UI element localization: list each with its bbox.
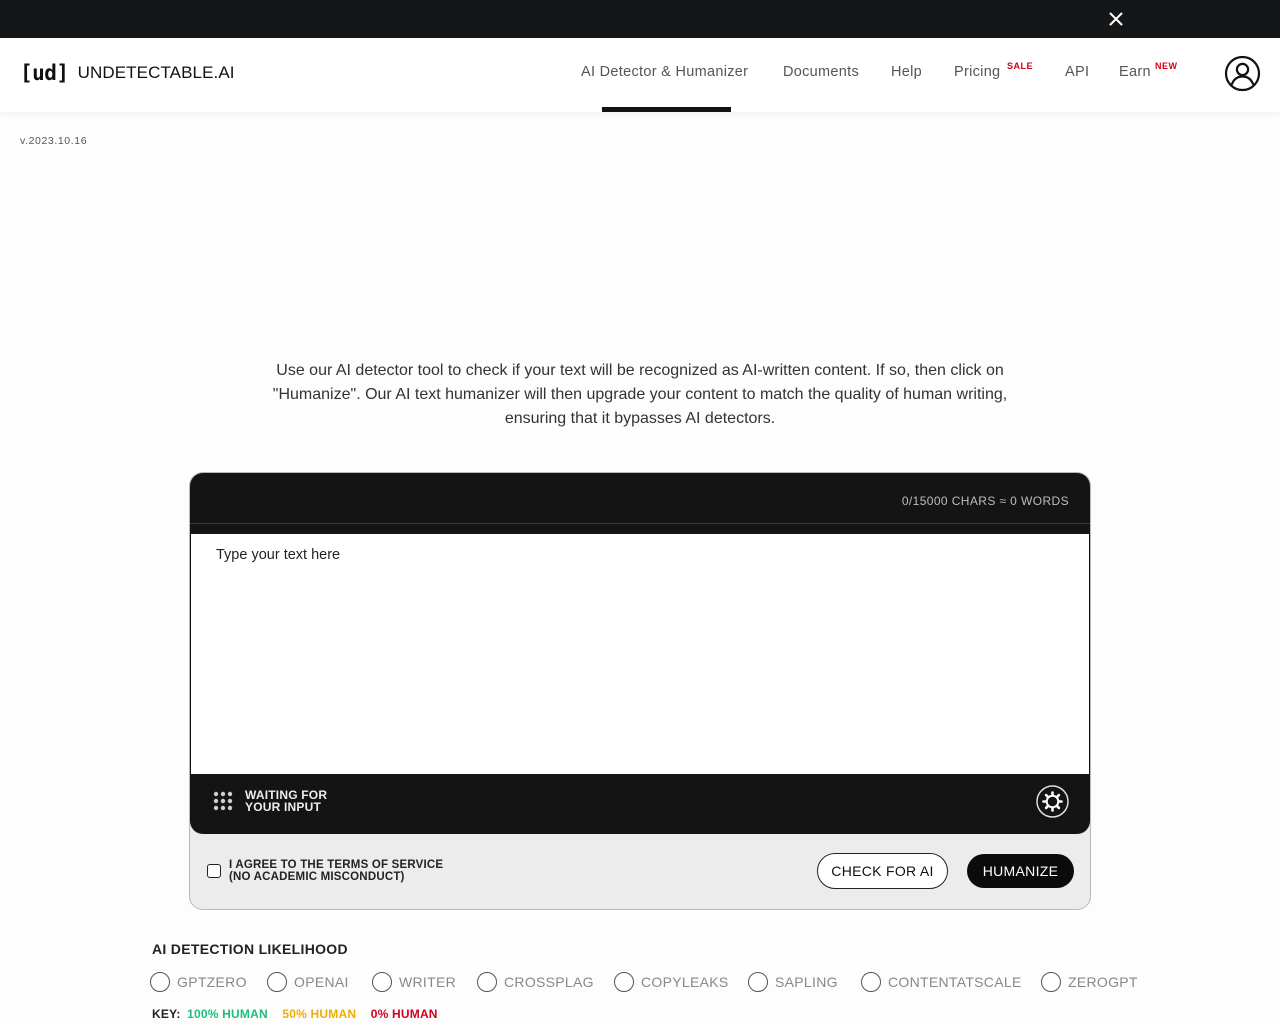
nav-item-help[interactable]: Help [891,64,922,80]
announcement-bar [0,0,1280,38]
detector-status-icon [614,972,634,992]
close-icon[interactable] [1106,9,1126,29]
detector-status-icon [1041,972,1061,992]
key-50-human: 50% HUMAN [282,1007,357,1021]
terms-checkbox-box[interactable] [207,864,221,878]
detector-copyleaks: COPYLEAKS [614,972,729,992]
nav-item-ai-detector[interactable]: AI Detector & Humanizer [581,64,748,80]
detector-name: CROSSPLAG [504,974,594,990]
char-word-counter: 0/15000 CHARS ≈ 0 WORDS [901,494,1069,508]
nav-item-label: Help [891,64,923,80]
terms-checkbox[interactable]: I AGREE TO THE TERMS OF SERVICE (NO ACAD… [207,859,443,883]
key-100-human: 100% HUMAN [187,1007,268,1021]
user-avatar-icon[interactable] [1224,55,1261,92]
sale-badge: SALE [1007,61,1034,71]
detector-name: GPTZERO [177,974,247,990]
nav-item-api[interactable]: API [1065,64,1089,80]
key-label: KEY: [152,1007,181,1021]
terms-line-1: I AGREE TO THE TERMS OF SERVICE [229,859,444,871]
detector-gptzero: GPTZERO [150,972,247,992]
status-dots-icon [213,791,233,811]
detector-status-icon [748,972,768,992]
gear-icon[interactable] [1036,785,1069,818]
detector-name: CONTENTATSCALE [888,974,1022,990]
detector-name: COPYLEAKS [641,974,729,990]
detector-name: ZEROGPT [1068,974,1138,990]
detector-list: GPTZERO OPENAI WRITER CROSSPLAG COPYLEAK… [150,972,1150,994]
nav-item-label: AI Detector & Humanizer [581,64,749,80]
detection-key: KEY: 100% HUMAN 50% HUMAN 0% HUMAN [152,1007,438,1021]
terms-line-2: (NO ACADEMIC MISCONDUCT) [229,871,405,883]
detector-sapling: SAPLING [748,972,838,992]
key-0-human: 0% HUMAN [370,1007,438,1021]
humanize-button[interactable]: HUMANIZE [967,854,1074,888]
editor-divider [190,523,1090,524]
nav-item-pricing[interactable]: Pricing SALE [954,61,1033,80]
detection-title: AI DETECTION LIKELIHOOD [152,941,348,957]
text-input[interactable] [191,534,1089,774]
detector-status-icon [150,972,170,992]
detector-zerogpt: ZEROGPT [1041,972,1138,992]
detector-crossplag: CROSSPLAG [477,972,594,992]
brand-logo[interactable]: [ud] UNDETECTABLE.AI [20,60,235,86]
detector-status-icon [477,972,497,992]
detector-status-icon [267,972,287,992]
detector-writer: WRITER [372,972,456,992]
detector-contentatscale: CONTENTATSCALE [861,972,1022,992]
nav-item-label: Earn [1119,64,1151,80]
nav-item-label: Documents [783,64,860,80]
detector-name: WRITER [399,974,457,990]
detector-name: OPENAI [294,974,349,990]
nav-item-documents[interactable]: Documents [783,64,859,80]
new-badge: NEW [1155,61,1178,71]
status-text: WAITING FOR YOUR INPUT [245,789,327,813]
nav-item-label: Pricing [954,64,1001,80]
nav-item-label: API [1065,64,1090,80]
logo-text: UNDETECTABLE.AI [77,63,235,82]
intro-text: Use our AI detector tool to check if you… [272,362,1008,427]
terms-label: I AGREE TO THE TERMS OF SERVICE (NO ACAD… [229,859,443,883]
detector-name: SAPLING [775,974,838,990]
detector-tool-card: 0/15000 CHARS ≈ 0 WORDS WAITING FOR YOUR… [189,472,1091,910]
detector-status-icon [861,972,881,992]
logo-mark: [ud] [20,61,69,85]
active-nav-indicator [602,107,731,112]
main-navbar: [ud] UNDETECTABLE.AI AI Detector & Human… [0,38,1280,112]
detector-status-icon [372,972,392,992]
detector-openai: OPENAI [267,972,349,992]
status-line-2: YOUR INPUT [245,800,322,814]
editor-panel: 0/15000 CHARS ≈ 0 WORDS WAITING FOR YOUR… [190,473,1090,834]
check-for-ai-button[interactable]: CHECK FOR AI [817,853,948,889]
nav-item-earn[interactable]: Earn NEW [1119,61,1177,80]
version-label: v.2023.10.16 [20,135,88,147]
